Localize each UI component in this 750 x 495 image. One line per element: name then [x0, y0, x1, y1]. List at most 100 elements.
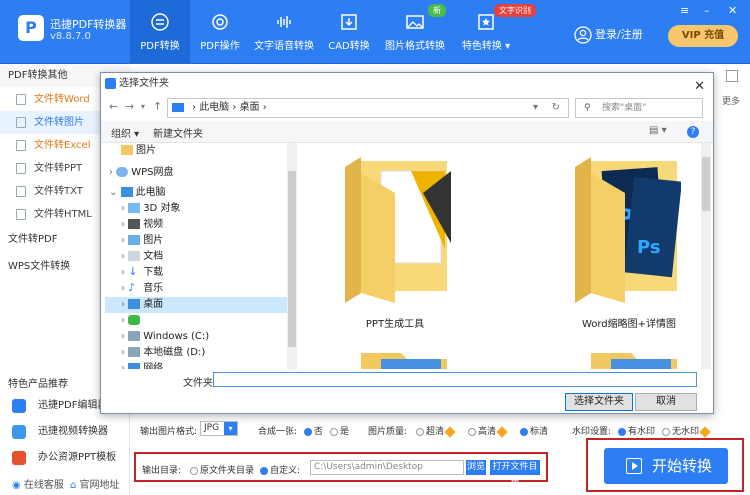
dialog-close-icon[interactable]: ✕: [694, 76, 705, 98]
tree-item-wps-cloud[interactable]: › WPS网盘: [109, 165, 173, 181]
watermark-off-radio[interactable]: 无水印: [662, 424, 711, 438]
tree-item-wechat[interactable]: ›: [121, 313, 143, 329]
tree-item-downloads[interactable]: › ↓ 下载: [121, 265, 163, 281]
back-icon[interactable]: ←: [109, 100, 118, 113]
pdf-convert-icon: [150, 12, 170, 32]
expand-icon[interactable]: ›: [121, 267, 128, 278]
folder-content: PPT生成工具 Ps Ps Word缩略图+详情图: [301, 143, 701, 369]
help-icon[interactable]: ?: [687, 126, 699, 138]
tree-item-drive-c[interactable]: › Windows (C:): [121, 329, 209, 345]
svg-text:Ps: Ps: [637, 237, 661, 258]
more-button[interactable]: 更多: [722, 94, 740, 107]
menu-icon[interactable]: ≡: [680, 4, 689, 17]
product-pdf-editor[interactable]: 迅捷PDF编辑器: [12, 396, 107, 416]
tab-cad-label: CAD转换: [328, 41, 370, 52]
expand-icon[interactable]: ›: [109, 167, 116, 178]
select-folder-button[interactable]: 选择文件夹: [565, 393, 633, 411]
tree-item-music[interactable]: › ♪ 音乐: [121, 281, 163, 297]
breadcrumb-this-pc[interactable]: 此电脑: [199, 102, 229, 113]
minimize-icon[interactable]: –: [704, 4, 710, 17]
cancel-button[interactable]: 取消: [635, 393, 697, 411]
forward-icon[interactable]: →: [125, 100, 134, 113]
tree-item-label: WPS网盘: [131, 167, 174, 178]
vip-diamond-icon: [496, 425, 508, 438]
original-folder-radio[interactable]: 原文件夹目录: [190, 463, 254, 476]
organize-button[interactable]: 组织 ▾: [111, 125, 139, 140]
expand-icon[interactable]: ›: [121, 363, 128, 369]
tree-item-network[interactable]: › 网络: [121, 361, 163, 369]
merge-no-radio[interactable]: 否: [304, 424, 323, 437]
view-options-icon[interactable]: ▤ ▾: [649, 125, 667, 136]
start-convert-button[interactable]: 开始转换: [604, 448, 728, 484]
custom-folder-radio[interactable]: 自定义:: [260, 463, 300, 476]
tab-pdf-operate[interactable]: PDF操作: [190, 0, 250, 64]
expand-icon[interactable]: ›: [121, 203, 128, 214]
folder-word-thumbnail-icon[interactable]: Ps Ps: [571, 153, 681, 303]
vip-button[interactable]: VIP 充值: [668, 25, 738, 47]
watermark-on-radio[interactable]: 有水印: [618, 424, 655, 437]
expand-icon[interactable]: ›: [121, 251, 128, 262]
output-path-input[interactable]: C:\Users\admin\Desktop: [310, 460, 464, 475]
refresh-icon[interactable]: ↻: [552, 99, 560, 117]
quality-ultra-label: 超清: [426, 427, 445, 437]
tree-item-videos[interactable]: › 视频: [121, 217, 163, 233]
product-ppt-templates[interactable]: 办公资源PPT模板: [12, 448, 116, 468]
open-folder-button[interactable]: 打开文件目录: [490, 460, 540, 487]
tree-item-label: 网络: [143, 363, 164, 369]
up-icon[interactable]: ↑: [153, 100, 162, 113]
expand-icon[interactable]: ›: [121, 347, 128, 358]
tree-item-this-pc[interactable]: ⌄ 此电脑: [109, 185, 166, 201]
tree-item-drive-d[interactable]: › 本地磁盘 (D:): [121, 345, 205, 361]
tab-cad[interactable]: CAD转换: [322, 0, 376, 64]
quality-ultra-radio[interactable]: 超清: [416, 424, 456, 438]
search-input[interactable]: ⚲ 搜索"桌面": [575, 98, 703, 118]
sidebar-item-label: 文件转HTML: [34, 209, 92, 220]
new-folder-button[interactable]: 新建文件夹: [153, 125, 203, 140]
merge-yes-radio[interactable]: 是: [330, 424, 349, 437]
collapse-icon[interactable]: ⌄: [109, 187, 121, 198]
expand-icon[interactable]: ›: [121, 219, 128, 230]
expand-icon[interactable]: ›: [121, 331, 128, 342]
expand-icon[interactable]: ›: [121, 235, 128, 246]
online-support-link[interactable]: ◉ 在线客服: [12, 476, 64, 491]
tree-item-3d-objects[interactable]: › 3D 对象: [121, 201, 180, 217]
folder-label[interactable]: Word缩略图+详情图: [549, 315, 701, 330]
content-scrollbar-thumb[interactable]: [702, 157, 710, 211]
tree-item-documents[interactable]: › 文档: [121, 249, 163, 265]
expand-icon[interactable]: ›: [121, 299, 128, 310]
login-button[interactable]: 登录/注册: [574, 26, 643, 44]
quality-std-radio[interactable]: 标清: [520, 424, 548, 437]
image-icon: [405, 12, 425, 32]
product-video-converter[interactable]: 迅捷视频转换器: [12, 422, 108, 442]
folder-icon[interactable]: [571, 349, 681, 369]
tab-text-speech[interactable]: 文字语音转换: [252, 0, 316, 64]
tree-item-desktop[interactable]: › 桌面: [105, 297, 287, 313]
grid-view-icon[interactable]: [726, 70, 738, 82]
drive-icon: [128, 331, 141, 341]
website-link[interactable]: ⌂ 官网地址: [70, 476, 120, 491]
watermark-off-label: 无水印: [672, 427, 700, 437]
address-dropdown-icon[interactable]: ▾: [533, 99, 538, 117]
folder-label[interactable]: PPT生成工具: [315, 315, 475, 330]
expand-icon[interactable]: ›: [121, 283, 128, 294]
close-icon[interactable]: ✕: [728, 4, 737, 17]
breadcrumb-desktop[interactable]: 桌面: [240, 102, 260, 113]
folder-ppt-tool-icon[interactable]: [341, 153, 451, 303]
tree-item-pictures-quick[interactable]: 图片: [121, 143, 156, 159]
folder-icon[interactable]: [341, 349, 451, 369]
expand-icon[interactable]: ›: [121, 315, 128, 326]
address-bar[interactable]: › 此电脑 › 桌面 › ▾ ↻: [167, 98, 569, 118]
radio-dot: [468, 427, 476, 436]
folder-name-input[interactable]: [213, 372, 697, 387]
breadcrumb-sep: ›: [229, 102, 240, 113]
tree-item-pictures[interactable]: › 图片: [121, 233, 163, 249]
computer-small-icon: [172, 103, 184, 112]
tree-scrollbar-thumb[interactable]: [288, 171, 296, 347]
tab-pdf-convert[interactable]: PDF转换: [130, 0, 190, 64]
tree-item-label: 音乐: [143, 283, 164, 294]
browse-button[interactable]: 浏览: [466, 460, 486, 475]
format-select[interactable]: JPG ▾: [200, 421, 238, 436]
recent-dropdown-icon[interactable]: ▾: [141, 102, 145, 111]
image-icon: [128, 235, 141, 245]
quality-hd-radio[interactable]: 高清: [468, 424, 508, 438]
